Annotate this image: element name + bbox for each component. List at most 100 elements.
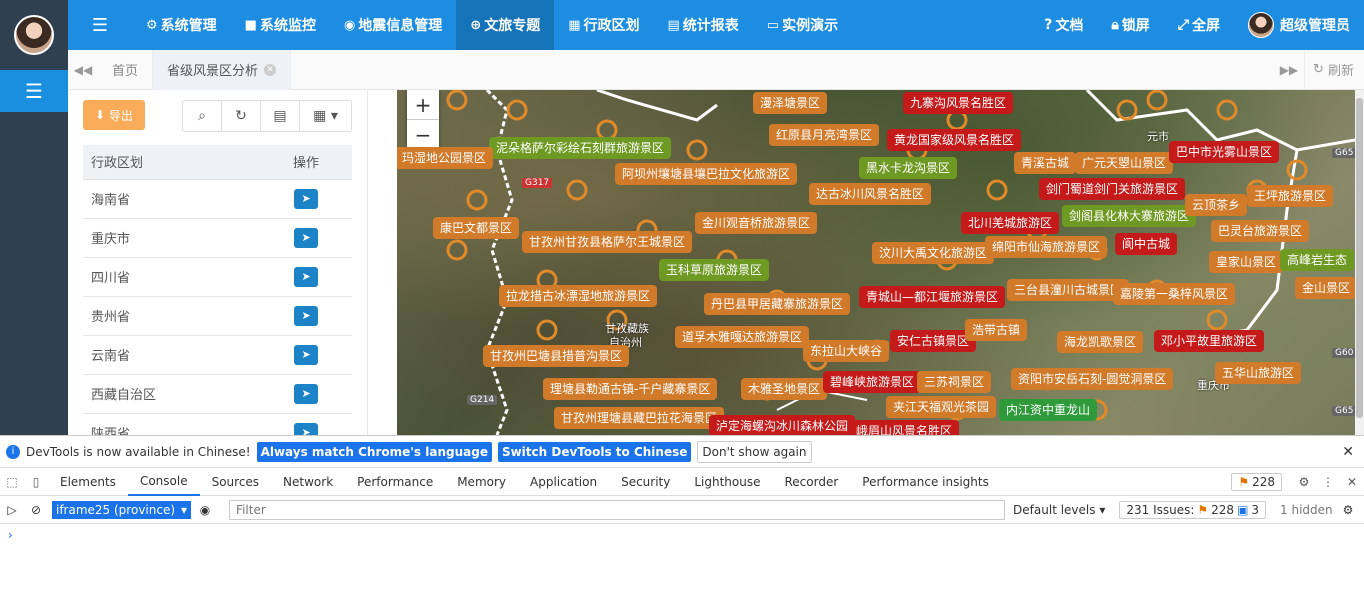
map-marker[interactable] (1206, 309, 1228, 331)
map-marker[interactable] (986, 179, 1008, 201)
locate-button[interactable]: ➤ (294, 305, 319, 326)
devtools-tab[interactable]: Performance insights (850, 468, 1001, 496)
console-prompt[interactable]: › (0, 524, 1364, 546)
devtools-tab[interactable]: Application (518, 468, 609, 496)
context-selector[interactable]: iframe25 (province) ▾ (52, 500, 192, 519)
more-icon[interactable]: ⋮ (1316, 475, 1340, 489)
hamburger-toggle[interactable]: ☰ (68, 15, 132, 36)
map-marker[interactable] (1146, 90, 1168, 111)
refresh-button[interactable]: ↻ 刷新 (1303, 49, 1364, 90)
scenic-area-label[interactable]: 甘孜州理塘县藏巴拉花海景区 (554, 407, 725, 429)
eye-icon[interactable]: ◉ (191, 503, 219, 517)
toggle-view-button[interactable]: ▤ (261, 101, 300, 131)
map-marker[interactable] (1116, 99, 1138, 121)
settings-icon[interactable]: ⚙ (1343, 503, 1354, 517)
close-icon[interactable]: ✕ (1342, 444, 1354, 460)
scenic-area-label[interactable]: 红原县月亮湾景区 (769, 124, 880, 146)
map-scrollbar[interactable] (1355, 90, 1364, 435)
scenic-area-label[interactable]: 夹江天福观光茶园 (886, 396, 997, 418)
devtools-tab[interactable]: Network (271, 468, 345, 496)
locate-button[interactable]: ➤ (294, 188, 319, 209)
map-marker[interactable] (446, 90, 468, 111)
locate-button[interactable]: ➤ (294, 227, 319, 248)
scenic-area-label[interactable]: 资阳市安岳石刻-圆觉洞景区 (1011, 368, 1174, 390)
map-marker[interactable] (536, 319, 558, 341)
map-marker[interactable] (1216, 99, 1238, 121)
scenic-area-label[interactable]: 道孚木雅嘎达旅游景区 (675, 326, 810, 348)
scrollbar-thumb[interactable] (1356, 98, 1363, 418)
scenic-area-label[interactable]: 泸定海螺沟冰川森林公园 (709, 415, 856, 435)
scenic-area-label[interactable]: 青城山—都江堰旅游景区 (859, 286, 1006, 308)
zoom-out-button[interactable]: − (407, 120, 439, 150)
tab-home[interactable]: 首页 (98, 49, 154, 90)
scenic-area-label[interactable]: 甘孜州甘孜县格萨尔王城景区 (522, 231, 693, 253)
scenic-area-label[interactable]: 康巴文都景区 (433, 217, 520, 239)
map-marker[interactable] (686, 139, 708, 161)
topnav-item-0[interactable]: ⚙ 系统管理 (132, 0, 231, 50)
scenic-area-label[interactable]: 北川羌城旅游区 (961, 212, 1060, 234)
scenic-area-label[interactable]: 金山景区 (1295, 277, 1355, 299)
zoom-in-button[interactable]: + (407, 90, 439, 120)
clear-console-icon[interactable]: ⊘ (24, 503, 48, 517)
scenic-area-label[interactable]: 绵阳市仙海旅游景区 (985, 236, 1108, 258)
topnav-item-6[interactable]: ▭ 实例演示 (753, 0, 852, 50)
map-marker[interactable] (446, 239, 468, 261)
scenic-area-label[interactable]: 巴灵台旅游景区 (1211, 220, 1310, 242)
filter-input[interactable]: Filter (229, 499, 1006, 520)
scenic-area-label[interactable]: 五华山旅游区 (1215, 362, 1302, 384)
scenic-area-label[interactable]: 汶川大禹文化旅游区 (872, 242, 995, 264)
scenic-area-label[interactable]: 三台县潼川古城景区 (1007, 279, 1130, 301)
scenic-area-label[interactable]: 丹巴县甲居藏寨旅游景区 (704, 293, 851, 315)
topnav-item-3[interactable]: ⊕ 文旅专题 (456, 0, 555, 50)
doc-link[interactable]: ? 文档 (1030, 15, 1097, 35)
search-button[interactable]: ⌕ (183, 101, 222, 131)
scenic-area-label[interactable]: 甘孜州巴塘县措普沟景区 (483, 345, 630, 367)
sidebar-toggle-icon[interactable]: ▷ (0, 503, 24, 517)
scenic-area-label[interactable]: 阿坝州壤塘县壤巴拉文化旅游区 (615, 163, 798, 185)
column-header-region[interactable]: 行政区划 (83, 145, 261, 180)
export-button[interactable]: ⬇ 导出 (83, 100, 145, 130)
refresh-table-button[interactable]: ↻ (222, 101, 261, 131)
close-icon[interactable]: ✕ (1340, 475, 1364, 489)
scenic-area-label[interactable]: 云顶茶乡 (1185, 194, 1248, 216)
devtools-tab[interactable]: Recorder (773, 468, 851, 496)
columns-button[interactable]: ▦ ▾ (300, 101, 351, 131)
scenic-area-label[interactable]: 黄龙国家级风景名胜区 (887, 129, 1022, 151)
scenic-area-label[interactable]: 东拉山大峡谷 (803, 340, 890, 362)
scenic-area-label[interactable]: 高峰岩生态 (1280, 249, 1355, 271)
dont-show-button[interactable]: Don't show again (697, 440, 812, 463)
scenic-area-label[interactable]: 碧峰峡旅游景区 (823, 371, 922, 393)
tab-scroll-right[interactable]: ▶▶ (1274, 63, 1304, 77)
issues-badge[interactable]: 231 Issues: ⚑ 228 ▣ 3 (1119, 500, 1267, 519)
locate-button[interactable]: ➤ (294, 266, 319, 287)
inspect-icon[interactable]: ⬚ (0, 475, 24, 489)
close-icon[interactable]: ✕ (264, 63, 277, 76)
locate-button[interactable]: ➤ (294, 383, 319, 404)
scenic-area-label[interactable]: 玉科草原旅游景区 (659, 259, 770, 281)
scenic-area-label[interactable]: 广元天曌山景区 (1075, 152, 1174, 174)
locate-button[interactable]: ➤ (294, 344, 319, 365)
scenic-area-label[interactable]: 三苏祠景区 (917, 371, 992, 393)
scenic-area-label[interactable]: 木雅圣地景区 (741, 378, 828, 400)
scenic-area-label[interactable]: 拉龙措古冰漂湿地旅游景区 (499, 285, 658, 307)
scenic-area-label[interactable]: 金川观音桥旅游景区 (695, 212, 818, 234)
scenic-area-label[interactable]: 九寨沟风景名胜区 (903, 92, 1014, 114)
scenic-area-label[interactable]: 浩带古镇 (965, 319, 1028, 341)
device-toggle-icon[interactable]: ▯ (24, 475, 48, 489)
warnings-badge[interactable]: ⚑ 228 (1231, 472, 1282, 491)
scenic-area-label[interactable]: 邓小平故里旅游区 (1154, 330, 1265, 352)
fullscreen-button[interactable]: ⤢ 全屏 (1164, 15, 1234, 35)
scenic-area-label[interactable]: 理塘县勒通古镇-千户藏寨景区 (543, 378, 718, 400)
scenic-area-label[interactable]: 阆中古城 (1115, 233, 1178, 255)
map-marker[interactable] (506, 99, 528, 121)
scenic-area-label[interactable]: 安仁古镇景区 (890, 330, 977, 352)
devtools-tab[interactable]: Sources (200, 468, 271, 496)
scenic-area-label[interactable]: 达古冰川风景名胜区 (809, 183, 932, 205)
switch-chinese-button[interactable]: Switch DevTools to Chinese (497, 441, 692, 462)
devtools-tab[interactable]: Security (609, 468, 682, 496)
sidebar-menu-button[interactable]: ☰ (0, 70, 68, 112)
devtools-tab[interactable]: Memory (445, 468, 518, 496)
scenic-area-label[interactable]: 海龙凯歌景区 (1057, 331, 1144, 353)
scenic-area-label[interactable]: 王坪旅游景区 (1247, 185, 1334, 207)
topnav-item-2[interactable]: ◉ 地震信息管理 (330, 0, 456, 50)
